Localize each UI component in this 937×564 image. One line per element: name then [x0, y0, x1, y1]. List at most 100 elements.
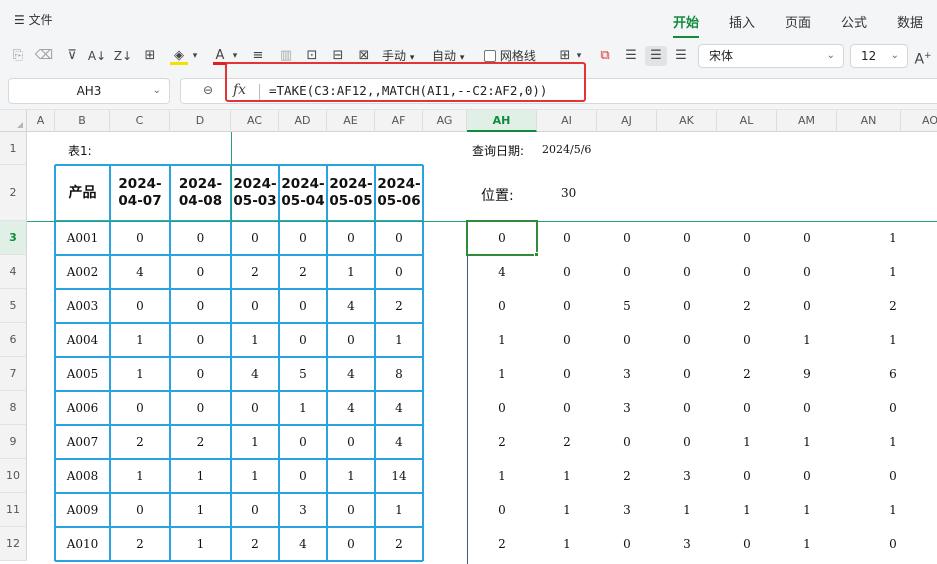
font-color-dropdown-icon[interactable]: ▾ [230, 46, 240, 66]
product-cell[interactable]: A004 [55, 323, 110, 357]
spill-cell[interactable]: 0 [777, 391, 837, 425]
spill-cell[interactable]: 0 [777, 289, 837, 323]
gridlines-checkbox[interactable] [484, 50, 496, 62]
spill-cell[interactable]: 0 [467, 391, 537, 425]
data-cell[interactable]: 0 [110, 493, 170, 527]
row-header-5[interactable]: 5 [0, 289, 27, 323]
row-header-2[interactable]: 2 [0, 165, 27, 221]
header-date[interactable]: 2024-05-03 [231, 165, 279, 221]
data-cell[interactable]: 0 [110, 391, 170, 425]
calculate-icon[interactable]: ⊠ [354, 46, 374, 66]
increase-font-size-icon[interactable]: A+ [912, 46, 934, 68]
tab-page[interactable]: 页面 [785, 12, 811, 31]
data-cell[interactable]: 0 [279, 289, 327, 323]
data-cell[interactable]: 0 [231, 289, 279, 323]
column-header-ad[interactable]: AD [279, 110, 327, 132]
spill-cell[interactable]: 0 [597, 425, 657, 459]
data-cell[interactable]: 1 [110, 357, 170, 391]
column-header-ah[interactable]: AH [467, 110, 537, 132]
active-cell-ah3[interactable] [466, 220, 538, 256]
column-header-ai[interactable]: AI [537, 110, 597, 132]
data-cell[interactable]: 0 [231, 391, 279, 425]
spill-cell[interactable]: 1 [837, 221, 937, 255]
formula-text[interactable]: =TAKE(C3:AF12,,MATCH(AI1,--C2:AF2,0)) [269, 83, 547, 98]
wrap-text-icon[interactable]: ≡ [248, 46, 268, 66]
data-cell[interactable]: 2 [375, 289, 423, 323]
query-date-value[interactable]: 2024/5/6 [542, 143, 591, 156]
spill-cell[interactable]: 0 [537, 391, 597, 425]
spill-cell[interactable]: 0 [717, 391, 777, 425]
data-cell[interactable]: 1 [110, 459, 170, 493]
filter-icon[interactable]: ⊽ [62, 46, 82, 66]
spill-cell[interactable]: 0 [837, 459, 937, 493]
header-date[interactable]: 2024-05-04 [279, 165, 327, 221]
data-cell[interactable]: 0 [170, 255, 231, 289]
data-cell[interactable]: 1 [327, 255, 375, 289]
spill-cell[interactable]: 1 [717, 493, 777, 527]
data-cell[interactable]: 1 [231, 425, 279, 459]
column-header-b[interactable]: B [55, 110, 110, 132]
spill-cell[interactable]: 1 [837, 425, 937, 459]
product-cell[interactable]: A010 [55, 527, 110, 561]
select-all-corner[interactable] [0, 110, 27, 132]
data-cell[interactable]: 1 [375, 323, 423, 357]
gridlines-toggle[interactable]: 网格线 [484, 47, 536, 65]
spill-cell[interactable]: 0 [597, 527, 657, 561]
sort-ascending-icon[interactable]: A↓ [86, 46, 108, 66]
spill-cell[interactable]: 0 [657, 221, 717, 255]
column-header-am[interactable]: AM [777, 110, 837, 132]
data-cell[interactable]: 1 [170, 459, 231, 493]
data-cell[interactable]: 2 [170, 425, 231, 459]
data-cell[interactable]: 0 [170, 357, 231, 391]
spill-cell[interactable]: 1 [537, 493, 597, 527]
product-cell[interactable]: A009 [55, 493, 110, 527]
data-cell[interactable]: 0 [327, 425, 375, 459]
spill-cell[interactable]: 0 [657, 323, 717, 357]
data-cell[interactable]: 0 [279, 459, 327, 493]
delete-icon[interactable]: ⊟ [328, 46, 348, 66]
product-cell[interactable]: A003 [55, 289, 110, 323]
position-value[interactable]: 30 [561, 186, 576, 200]
calc-mode-manual-button[interactable]: 手动 ▾ [382, 47, 414, 67]
data-cell[interactable]: 0 [327, 323, 375, 357]
spill-cell[interactable]: 1 [657, 493, 717, 527]
data-cell[interactable]: 0 [279, 323, 327, 357]
data-cell[interactable]: 0 [110, 221, 170, 255]
data-cell[interactable]: 1 [170, 527, 231, 561]
zoom-icon[interactable]: ⊖ [203, 83, 213, 97]
paste-format-icon[interactable]: ⎘ [8, 46, 28, 66]
data-cell[interactable]: 2 [110, 425, 170, 459]
spill-cell[interactable]: 1 [837, 323, 937, 357]
spill-cell[interactable]: 2 [717, 289, 777, 323]
row-header-8[interactable]: 8 [0, 391, 27, 425]
data-cell[interactable]: 1 [110, 323, 170, 357]
spill-cell[interactable]: 1 [777, 493, 837, 527]
data-cell[interactable]: 4 [327, 357, 375, 391]
row-header-10[interactable]: 10 [0, 459, 27, 493]
spill-cell[interactable]: 0 [657, 357, 717, 391]
data-cell[interactable]: 0 [375, 221, 423, 255]
data-cell[interactable]: 0 [327, 493, 375, 527]
spill-cell[interactable]: 3 [657, 527, 717, 561]
spill-cell[interactable]: 2 [537, 425, 597, 459]
row-header-7[interactable]: 7 [0, 357, 27, 391]
spill-cell[interactable]: 9 [777, 357, 837, 391]
font-size-select[interactable]: 12 ⌄ [850, 44, 908, 68]
spill-cell[interactable]: 0 [597, 323, 657, 357]
font-color-icon[interactable]: A [210, 46, 230, 66]
product-cell[interactable]: A006 [55, 391, 110, 425]
data-cell[interactable]: 4 [279, 527, 327, 561]
row-header-3[interactable]: 3 [0, 221, 27, 255]
data-cell[interactable]: 0 [170, 323, 231, 357]
row-header-12[interactable]: 12 [0, 527, 27, 561]
data-cell[interactable]: 2 [231, 527, 279, 561]
data-cell[interactable]: 1 [231, 459, 279, 493]
column-header-af[interactable]: AF [375, 110, 423, 132]
data-cell[interactable]: 1 [327, 459, 375, 493]
data-cell[interactable]: 2 [279, 255, 327, 289]
freeze-panes-icon[interactable]: ⧉ [594, 46, 616, 66]
column-header-ag[interactable]: AG [423, 110, 467, 132]
spill-cell[interactable]: 0 [537, 357, 597, 391]
spill-cell[interactable]: 1 [837, 255, 937, 289]
spill-cell[interactable]: 0 [657, 425, 717, 459]
